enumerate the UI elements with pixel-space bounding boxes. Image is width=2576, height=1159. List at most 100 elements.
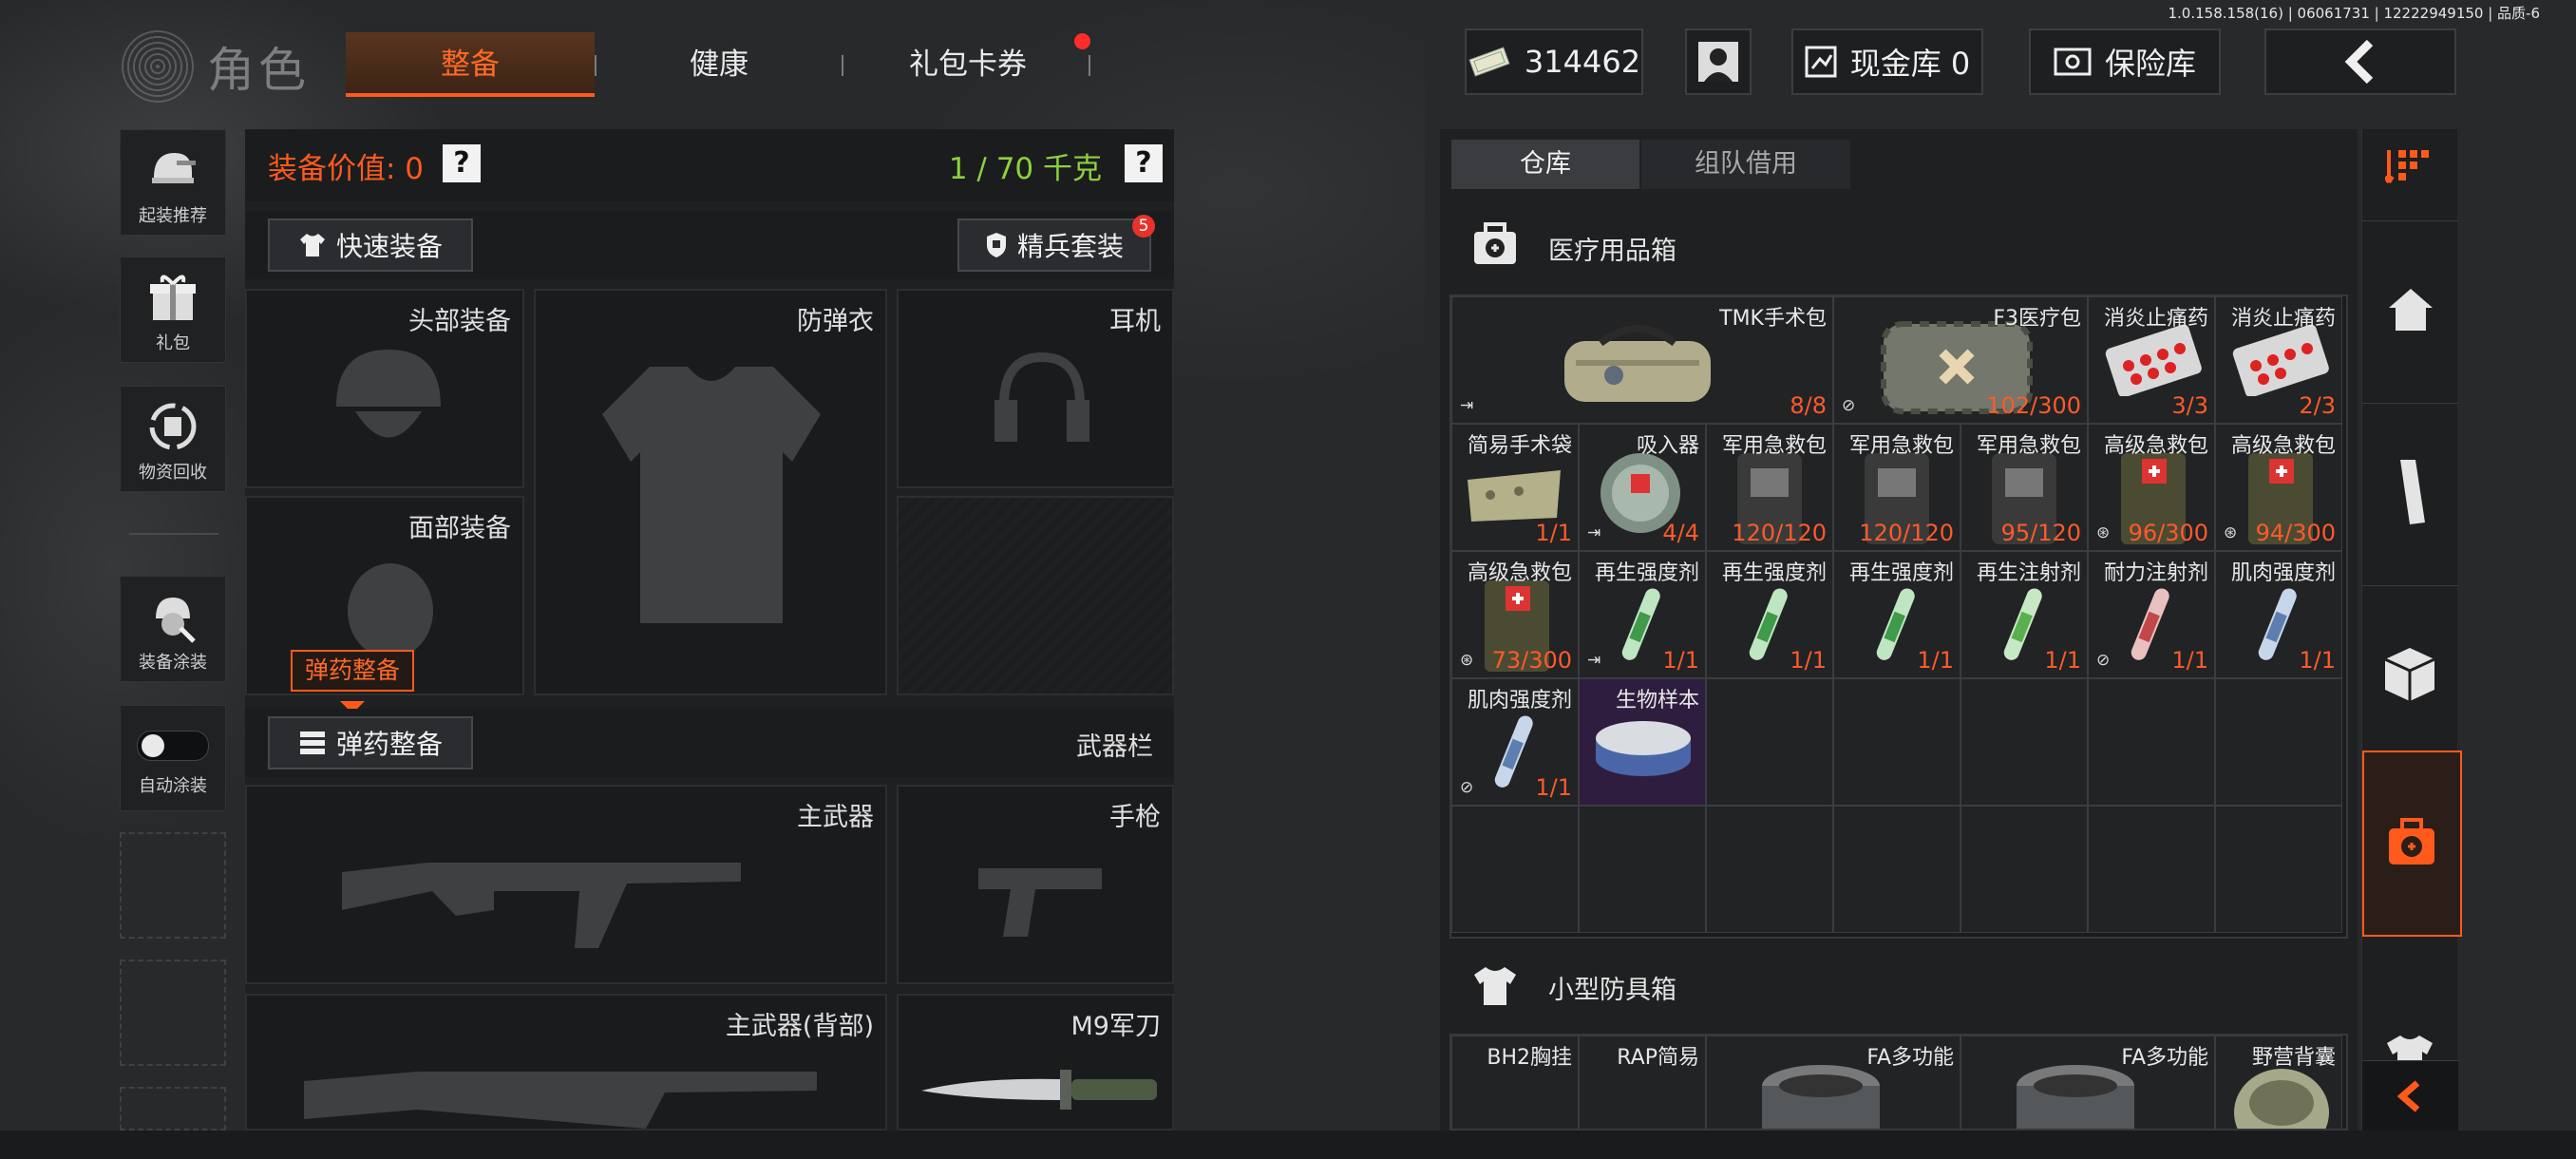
item-rap-simple[interactable]: RAP简易	[1579, 1036, 1706, 1129]
tab-gift-vouchers[interactable]: 礼包卡券	[855, 32, 1081, 97]
empty-cell[interactable]	[1960, 678, 2088, 806]
empty-cell[interactable]	[2088, 678, 2215, 806]
empty-cell[interactable]	[1706, 806, 1833, 933]
slot-label: 头部装备	[408, 307, 511, 336]
syringe-icon	[2003, 588, 2042, 660]
empty-cell[interactable]	[1451, 806, 1579, 933]
weight-help-button[interactable]: ?	[1125, 144, 1163, 182]
item-name: 简易手术袋	[1467, 434, 1572, 458]
slot-primary-back[interactable]: 主武器(背部)	[245, 994, 887, 1130]
item-painkiller[interactable]: 消炎止痛药 3/3	[2088, 296, 2215, 424]
item-advanced-first-aid[interactable]: 高级急救包 ⊛ 73/300	[1451, 551, 1579, 678]
item-count: 1/1	[1535, 520, 1572, 546]
item-tmk-surgical-kit[interactable]: TMK手术包 ⇥ 8/8	[1451, 296, 1833, 424]
tab-team-borrow[interactable]: 组队借用	[1641, 140, 1850, 189]
toggle-knob	[142, 734, 164, 757]
item-camping-backpack[interactable]: 野营背囊	[2215, 1036, 2342, 1129]
slot-primary-weapon[interactable]: 主武器	[245, 785, 887, 984]
slot-knife[interactable]: M9军刀	[897, 994, 1174, 1130]
menu-equipment-skin[interactable]: 装备涂装	[120, 576, 226, 682]
item-military-first-aid[interactable]: 军用急救包 120/120	[1706, 424, 1833, 551]
slot-headset[interactable]: 耳机	[897, 289, 1174, 488]
nav-medical[interactable]	[2362, 750, 2462, 937]
cash-vault-button[interactable]: 现金库 0	[1791, 28, 1983, 95]
nav-home[interactable]	[2362, 220, 2458, 404]
slot-head[interactable]: 头部装备	[245, 289, 524, 488]
no-insure-icon: ⊘	[1842, 396, 1856, 415]
magazine-icon	[2400, 460, 2425, 524]
nav-supplies[interactable]	[2362, 585, 2458, 769]
empty-cell[interactable]	[2088, 806, 2215, 933]
item-muscle-stimulant[interactable]: 肌肉强度剂 1/1	[2215, 551, 2342, 678]
empty-cell[interactable]	[2215, 806, 2342, 933]
menu-recommended-loadout[interactable]: 起装推荐	[120, 129, 226, 236]
item-bio-sample[interactable]: 生物样本	[1579, 678, 1706, 806]
empty-cell[interactable]	[1960, 806, 2088, 933]
tab-warehouse[interactable]: 仓库	[1451, 140, 1639, 189]
export-icon: ⇥	[1587, 651, 1601, 670]
item-fa-multifunction[interactable]: FA多功能	[1706, 1036, 1960, 1129]
item-regen-stimulant[interactable]: 再生强度剂 1/1	[1833, 551, 1960, 678]
item-inhaler[interactable]: 吸入器 ⇥ 4/4	[1579, 424, 1706, 551]
item-regen-injector[interactable]: 再生注射剂 1/1	[1960, 551, 2088, 678]
empty-cell[interactable]	[2215, 678, 2342, 806]
back-arrow-icon	[2344, 39, 2374, 85]
tab-divider	[1089, 55, 1090, 76]
syringe-icon	[1621, 588, 1660, 660]
menu-auto-skin[interactable]: 自动涂装	[120, 705, 226, 811]
menu-gift[interactable]: 礼包	[120, 256, 226, 363]
auto-skin-toggle[interactable]	[137, 731, 209, 761]
tab-health[interactable]: 健康	[608, 32, 830, 97]
item-count: 95/120	[2000, 520, 2081, 546]
item-bh2-chest-rig[interactable]: BH2胸挂	[1451, 1036, 1579, 1129]
item-name: 生物样本	[1615, 689, 1699, 712]
no-insure-icon: ⊘	[2096, 651, 2111, 670]
item-military-first-aid[interactable]: 军用急救包 95/120	[1960, 424, 2088, 551]
menu-recycle[interactable]: 物资回收	[120, 386, 226, 492]
nav-sort[interactable]	[2362, 129, 2458, 221]
surgical-pouch-icon	[1468, 470, 1561, 522]
empty-cell[interactable]	[1579, 806, 1706, 933]
item-fa-multifunction[interactable]: FA多功能	[1960, 1036, 2215, 1129]
slot-pistol[interactable]: 手枪	[897, 785, 1174, 984]
slot-label: 耳机	[1109, 307, 1161, 336]
bio-sample-icon	[1596, 721, 1691, 776]
knife-icon	[921, 1070, 1157, 1110]
item-advanced-first-aid[interactable]: 高级急救包 ⊛ 94/300	[2215, 424, 2342, 551]
item-f3-medical-pack[interactable]: F3医疗包 ⊘ 102/300	[1833, 296, 2088, 424]
slot-label: 主武器(背部)	[725, 1012, 874, 1041]
character-button[interactable]	[1685, 28, 1752, 95]
empty-cell[interactable]	[1833, 806, 1960, 933]
safe-box-button[interactable]: 保险库	[2029, 28, 2221, 95]
cash-vault-label: 现金库 0	[1849, 46, 1971, 82]
item-muscle-stimulant[interactable]: 肌肉强度剂 ⊘ 1/1	[1451, 678, 1579, 806]
empty-cell[interactable]	[1706, 678, 1833, 806]
ammo-prep-label: 弹药整备	[335, 729, 443, 760]
cash-icon	[1468, 47, 1510, 77]
ammo-prep-button[interactable]: 弹药整备	[268, 716, 473, 770]
item-regen-stimulant[interactable]: 再生强度剂 ⇥ 1/1	[1579, 551, 1706, 678]
item-count: 120/120	[1732, 520, 1827, 546]
item-military-first-aid[interactable]: 军用急救包 120/120	[1833, 424, 1960, 551]
item-simple-surgical-bag[interactable]: 简易手术袋 1/1	[1451, 424, 1579, 551]
tab-equip[interactable]: 整备	[346, 32, 595, 97]
weapon-bar-title: 武器栏	[1076, 732, 1153, 762]
item-stamina-injector[interactable]: 耐力注射剂 ⊘ 1/1	[2088, 551, 2215, 678]
item-count: 8/8	[1790, 392, 1827, 419]
nav-collapse-button[interactable]	[2362, 1060, 2458, 1130]
item-regen-stimulant[interactable]: 再生强度剂 1/1	[1706, 551, 1833, 678]
value-help-button[interactable]: ?	[443, 144, 481, 182]
section-armor-box: 小型防具箱	[1548, 976, 1676, 1005]
item-painkiller[interactable]: 消炎止痛药 2/3	[2215, 296, 2342, 424]
slot-armor[interactable]: 防弹衣	[534, 289, 887, 695]
item-count: 3/3	[2171, 392, 2208, 419]
back-button[interactable]	[2264, 28, 2456, 95]
item-count: 1/1	[1535, 774, 1572, 801]
item-count: 1/1	[2044, 647, 2081, 674]
elite-set-button[interactable]: 精兵套装	[957, 218, 1151, 272]
item-advanced-first-aid[interactable]: 高级急救包 ⊛ 96/300	[2088, 424, 2215, 551]
nav-magazines[interactable]	[2362, 403, 2458, 586]
elite-set-label: 精兵套装	[1016, 231, 1124, 262]
quick-equip-button[interactable]: 快速装备	[268, 218, 473, 272]
empty-cell[interactable]	[1833, 678, 1960, 806]
